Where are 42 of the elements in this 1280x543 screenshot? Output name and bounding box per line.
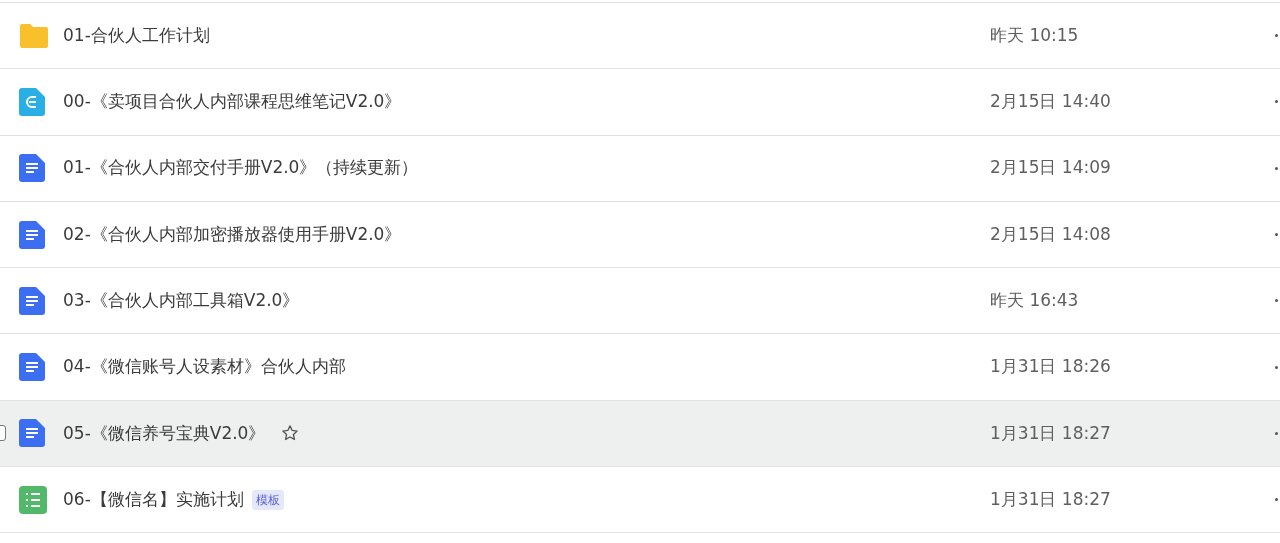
modified-time: 2月15日 14:40 [990,90,1111,114]
file-row[interactable]: 01-《合伙人内部交付手册V2.0》（持续更新） 2月15日 14:09 [0,135,1280,202]
list-icon [19,485,47,514]
modified-time: 昨天 10:15 [990,23,1079,47]
modified-time: 1月31日 18:27 [990,487,1111,511]
more-icon[interactable] [1275,299,1278,303]
file-name[interactable]: 02-《合伙人内部加密播放器使用手册V2.0》 [63,221,402,248]
star-icon[interactable] [281,424,300,443]
document-icon [19,286,45,315]
document-icon [19,154,45,183]
template-tag: 模板 [251,489,284,510]
modified-time: 2月15日 14:09 [990,156,1111,180]
file-row[interactable]: 05-《微信养号宝典V2.0》 1月31日 18:27 [0,400,1280,468]
more-icon[interactable] [1275,34,1278,38]
file-row[interactable]: 06-【微信名】实施计划 模板 1月31日 18:27 [0,467,1280,534]
modified-time: 1月31日 18:27 [990,421,1111,445]
file-row[interactable]: 04-《微信账号人设素材》合伙人内部 1月31日 18:26 [0,334,1280,401]
more-icon[interactable] [1275,233,1278,237]
document-icon [19,419,45,448]
file-name[interactable]: 00-《卖项目合伙人内部课程思维笔记V2.0》 [63,89,402,115]
file-name[interactable]: 04-《微信账号人设素材》合伙人内部 [63,354,346,380]
more-icon[interactable] [1275,365,1278,369]
modified-time: 昨天 16:43 [990,289,1079,313]
file-name[interactable]: 06-【微信名】实施计划 [63,486,244,513]
more-icon[interactable] [1275,166,1278,170]
file-name[interactable]: 01-合伙人工作计划 [63,22,210,49]
file-row[interactable]: 01-合伙人工作计划 昨天 10:15 [0,3,1280,70]
more-icon[interactable] [1275,498,1278,502]
more-icon[interactable] [1275,100,1278,104]
modified-time: 2月15日 14:08 [990,222,1111,246]
file-name[interactable]: 01-《合伙人内部交付手册V2.0》（持续更新） [63,155,419,181]
file-row[interactable]: 02-《合伙人内部加密播放器使用手册V2.0》 2月15日 14:08 [0,201,1280,269]
more-icon[interactable] [1275,431,1278,435]
file-row[interactable]: 03-《合伙人内部工具箱V2.0》 昨天 16:43 [0,268,1280,335]
modified-time: 1月31日 18:26 [990,355,1111,379]
mindmap-icon [19,87,45,116]
file-name[interactable]: 03-《合伙人内部工具箱V2.0》 [63,288,300,314]
document-icon [19,353,45,382]
file-row[interactable]: 00-《卖项目合伙人内部课程思维笔记V2.0》 2月15日 14:40 [0,69,1280,136]
document-icon [19,220,45,249]
file-name[interactable]: 05-《微信养号宝典V2.0》 [63,420,266,447]
folder-icon [19,22,49,49]
